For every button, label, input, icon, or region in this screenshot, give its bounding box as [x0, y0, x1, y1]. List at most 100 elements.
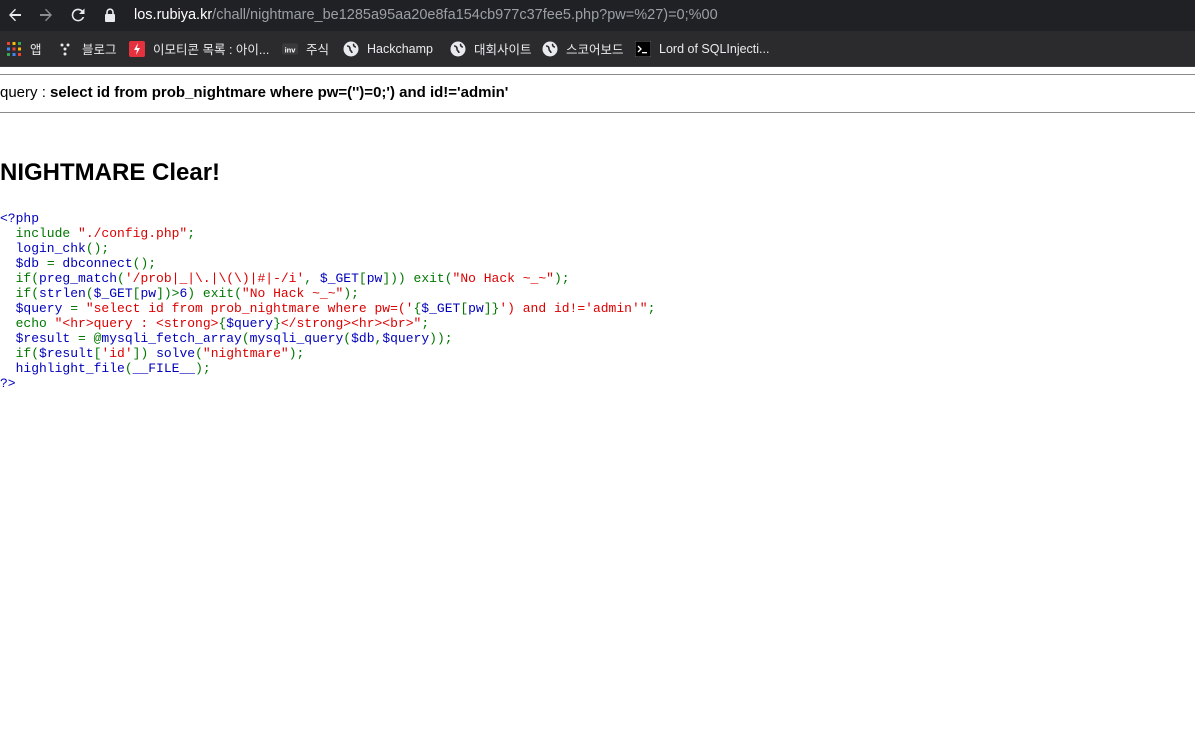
code-token: $result: [39, 346, 94, 361]
bookmark-label: 앱: [30, 43, 42, 57]
bookmark-competition[interactable]: 대회사이트: [450, 31, 532, 66]
code-token: ;: [647, 301, 656, 316]
code-token: "./config.php": [78, 226, 188, 241]
bookmark-blog[interactable]: 블로그: [58, 31, 117, 66]
code-token: solve: [156, 346, 196, 361]
globe-icon: [542, 41, 558, 57]
code-token: $query: [0, 301, 71, 316]
code-token: mysqli_query: [249, 331, 344, 346]
php-open-tag: <?php: [0, 211, 40, 226]
clear-message: NIGHTMARE Clear!: [0, 159, 221, 186]
code-token: (: [195, 346, 203, 361]
code-token: login_chk: [0, 241, 86, 256]
code-line: highlight_file(__FILE__);: [0, 361, 655, 376]
globe-icon: [343, 41, 359, 57]
code-token: $db: [351, 331, 375, 346]
code-token: strlen: [39, 286, 86, 301]
code-line: $result = @mysqli_fetch_array(mysqli_que…: [0, 331, 655, 346]
code-line: if($result['id']) solve("nightmare");: [0, 346, 655, 361]
bookmark-label: Hackchamp: [367, 41, 433, 56]
bookmark-label: 이모티콘 목록 : 아이...: [153, 43, 270, 57]
blog-icon: [58, 41, 74, 57]
code-token: "nightmare": [202, 346, 289, 361]
reload-button[interactable]: [66, 3, 90, 27]
url-host: los.rubiya.kr: [134, 7, 213, 23]
code-token: ;: [187, 226, 196, 241]
bookmark-hackchamp[interactable]: Hackchamp: [343, 31, 433, 66]
code-token: ]}: [483, 301, 500, 316]
arrow-right-icon: [40, 8, 52, 22]
code-token: =: [70, 301, 86, 316]
code-line: include "./config.php";: [0, 226, 655, 241]
php-source-code: <?php include "./config.php"; login_chk(…: [0, 211, 655, 391]
code-token: ;: [421, 316, 430, 331]
code-token: ();: [85, 241, 110, 256]
code-line: login_chk();: [0, 241, 655, 256]
code-token: $result: [0, 331, 79, 346]
bookmark-apps[interactable]: 앱: [6, 31, 42, 66]
code-line: if(strlen($_GET[pw])>6) exit("No Hack ~_…: [0, 286, 655, 301]
code-line: <?php: [0, 211, 655, 226]
bookmark-label: 스코어보드: [566, 43, 624, 57]
emoticon-site-icon: [129, 40, 145, 57]
code-token: if(: [0, 286, 40, 301]
code-line: $query = "select id from prob_nightmare …: [0, 301, 656, 316]
code-token: ])>: [156, 286, 180, 301]
code-token: "No Hack ~_~": [241, 286, 344, 301]
code-token: if(: [0, 346, 40, 361]
code-token: "select id from prob_nightmare where pw=…: [85, 301, 414, 316]
code-token: ));: [429, 331, 453, 346]
code-token: }: [273, 316, 281, 331]
globe-icon: [450, 41, 466, 57]
code-token: (: [241, 331, 250, 346]
code-token: $query: [382, 331, 430, 346]
bottom-divider: [0, 112, 1195, 113]
php-close-tag: ?>: [0, 376, 16, 391]
lock-icon: [104, 8, 118, 22]
code-token: $db: [0, 256, 47, 271]
bookmark-label: Lord of SQLInjecti...: [659, 41, 770, 56]
code-token: pw: [140, 286, 157, 301]
bookmark-stocks[interactable]: inv 주식: [282, 31, 329, 66]
code-token: ) exit(: [187, 286, 242, 301]
query-label: query :: [0, 84, 51, 101]
code-token: "No Hack ~_~": [452, 271, 554, 286]
code-token: mysqli_fetch_array: [101, 331, 242, 346]
code-line: ?>: [0, 376, 655, 391]
bookmark-emoticons[interactable]: 이모티콘 목록 : 아이...: [129, 31, 269, 66]
code-token: =: [46, 256, 63, 271]
code-token: ]): [132, 346, 157, 361]
code-token: ,: [304, 271, 320, 286]
code-token: );: [288, 346, 305, 361]
code-token: [: [460, 301, 469, 316]
svg-text:inv: inv: [285, 45, 297, 54]
code-token: (: [343, 331, 352, 346]
code-token: ])) exit(: [382, 271, 453, 286]
code-token: (: [85, 286, 94, 301]
code-token: echo: [0, 316, 55, 331]
code-token: "<hr>query : <strong>: [54, 316, 219, 331]
bookmark-lord-of-sqli[interactable]: Lord of SQLInjecti...: [635, 31, 769, 66]
query-line: query : select id from prob_nightmare wh…: [0, 84, 508, 101]
code-token: preg_match: [39, 271, 118, 286]
forward-button[interactable]: [34, 3, 58, 27]
code-token: [: [358, 271, 367, 286]
code-token: );: [553, 271, 570, 286]
bookmarks-bar: 앱 블로그 이모티콘 목록 : 아이... inv 주식 Hackchamp 대…: [0, 31, 1195, 67]
investing-icon: inv: [282, 41, 298, 57]
back-button[interactable]: [3, 3, 27, 27]
code-line: $db = dbconnect();: [0, 256, 655, 271]
address-bar[interactable]: los.rubiya.kr/chall/nightmare_be1285a95a…: [104, 2, 718, 28]
code-line: echo "<hr>query : <strong>{$query}</stro…: [0, 316, 655, 331]
bookmark-scoreboard[interactable]: 스코어보드: [542, 31, 624, 66]
code-token: pw: [468, 301, 484, 316]
code-token: include: [0, 226, 79, 241]
page-content: query : select id from prob_nightmare wh…: [0, 67, 1195, 730]
query-value: select id from prob_nightmare where pw=(…: [50, 84, 509, 101]
code-token: $_GET: [421, 301, 461, 316]
code-token: </strong><hr><br>": [280, 316, 422, 331]
code-token: pw: [366, 271, 383, 286]
bookmark-label: 주식: [306, 43, 330, 57]
code-token: );: [343, 286, 359, 301]
code-token: dbconnect: [62, 256, 133, 271]
